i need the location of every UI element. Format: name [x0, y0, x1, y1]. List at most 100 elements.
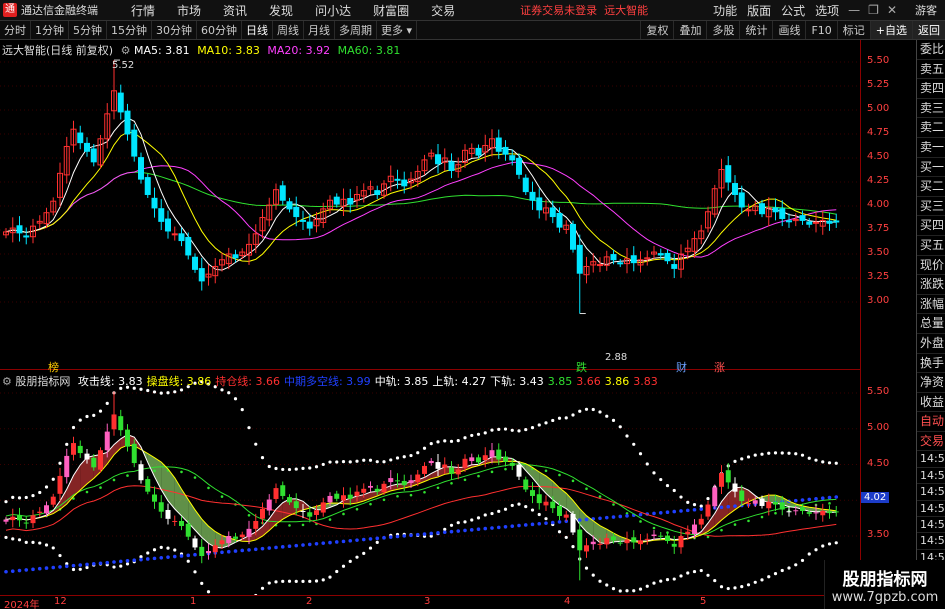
- sidebar-item[interactable]: 外盘: [917, 334, 945, 354]
- sidebar-item[interactable]: 买三: [917, 197, 945, 217]
- sidebar-item[interactable]: 委比: [917, 40, 945, 60]
- ma5-label: MA5: 3.81: [133, 44, 190, 57]
- candle-body: [232, 254, 239, 259]
- sidebar-item[interactable]: 总量: [917, 314, 945, 334]
- kline-chart-panel[interactable]: 远大智能(日线 前复权) ⚙ MA5: 3.81 MA10: 3.83 MA20…: [0, 40, 860, 374]
- sidebar-item[interactable]: 卖三: [917, 99, 945, 119]
- stats-button[interactable]: 统计: [739, 21, 772, 39]
- menu-news[interactable]: 资讯: [212, 2, 258, 19]
- mid-band-dot: [828, 502, 831, 505]
- ind-body: [226, 536, 232, 544]
- upper-band-dot: [476, 432, 481, 436]
- ind-body: [179, 520, 184, 526]
- menu-quotes[interactable]: 行情: [120, 2, 166, 19]
- candle-body: [300, 219, 306, 222]
- long-short-line-dot: [800, 498, 805, 502]
- sidebar-item[interactable]: 买一: [917, 158, 945, 178]
- menu-ask[interactable]: 问小达: [304, 2, 362, 19]
- sidebar-item[interactable]: 卖一: [917, 138, 945, 158]
- sidebar-item[interactable]: 涨跌: [917, 275, 945, 295]
- menu-market[interactable]: 市场: [166, 2, 212, 19]
- more-periods[interactable]: 更多 ▾: [377, 21, 418, 39]
- sidebar-item[interactable]: 卖四: [917, 79, 945, 99]
- ind-body: [199, 546, 205, 557]
- sidebar-item[interactable]: 买五: [917, 236, 945, 256]
- add-watchlist-button[interactable]: +自选: [869, 21, 912, 39]
- period-tab[interactable]: 1分钟: [31, 21, 69, 39]
- menu-function[interactable]: 功能: [708, 2, 742, 19]
- menu-trade[interactable]: 交易: [420, 2, 466, 19]
- ind-body: [543, 501, 549, 506]
- upper-band-dot: [483, 431, 487, 435]
- kline-chart[interactable]: [0, 40, 860, 370]
- ind-body: [442, 464, 448, 468]
- overlay-button[interactable]: 叠加: [673, 21, 706, 39]
- operate-line: [5, 444, 837, 544]
- adjust-button[interactable]: 复权: [640, 21, 673, 39]
- sidebar-item[interactable]: 净资: [917, 373, 945, 393]
- close-icon[interactable]: ✕: [883, 3, 901, 17]
- menu-formula[interactable]: 公式: [776, 2, 810, 19]
- sidebar-item[interactable]: 卖二: [917, 118, 945, 138]
- menu-discover[interactable]: 发现: [258, 2, 304, 19]
- indicator-value: 持仓线: 3.66: [215, 375, 280, 388]
- time-item: 14:56: [917, 468, 945, 485]
- period-tab[interactable]: 30分钟: [152, 21, 197, 39]
- ind-body: [152, 494, 157, 502]
- period-tab[interactable]: 多周期: [335, 21, 377, 39]
- price-tick: 3.25: [867, 271, 890, 282]
- ind-body: [44, 505, 49, 514]
- period-tab-daily[interactable]: 日线: [242, 21, 273, 39]
- indicator-panel[interactable]: ⚙ 股朋指标网 攻击线: 3.83 操盘线: 3.86 持仓线: 3.66 中期多空线…: [0, 371, 860, 595]
- ind-body: [786, 511, 792, 513]
- draw-button[interactable]: 画线: [772, 21, 805, 39]
- long-short-line-dot: [544, 521, 548, 525]
- sidebar-item[interactable]: 买四: [917, 216, 945, 236]
- f10-button[interactable]: F10: [805, 21, 836, 39]
- sidebar-item[interactable]: 交易: [917, 432, 945, 452]
- lower-band-dot: [510, 503, 514, 508]
- upper-band-dot: [625, 434, 629, 438]
- period-tab[interactable]: 分时: [0, 21, 31, 39]
- menu-options[interactable]: 选项: [810, 2, 844, 19]
- sidebar-item[interactable]: 买二: [917, 177, 945, 197]
- long-short-line-dot: [699, 507, 704, 511]
- indicator-chart[interactable]: [0, 371, 860, 595]
- price-tick: 3.75: [867, 223, 890, 234]
- menu-wealth[interactable]: 财富圈: [362, 2, 420, 19]
- price-tick: 5.25: [867, 79, 890, 90]
- multi-stock-button[interactable]: 多股: [706, 21, 739, 39]
- restore-icon[interactable]: ❐: [864, 3, 883, 17]
- mid-band-dot: [409, 493, 413, 497]
- long-short-line-dot: [793, 498, 798, 503]
- login-notice[interactable]: 证券交易未登录 远大智能: [520, 2, 648, 18]
- period-tab[interactable]: 月线: [304, 21, 335, 39]
- lower-band-dot: [281, 579, 285, 583]
- gear-icon[interactable]: ⚙: [2, 375, 12, 388]
- gear-icon[interactable]: ⚙: [121, 44, 131, 57]
- sidebar-item[interactable]: 收益: [917, 393, 945, 413]
- upper-band-dot: [557, 416, 562, 420]
- long-short-line-dot: [314, 541, 319, 546]
- upper-band-dot: [679, 495, 683, 499]
- period-tab[interactable]: 60分钟: [197, 21, 242, 39]
- long-short-line-dot: [679, 509, 683, 513]
- sidebar-item[interactable]: 换手: [917, 354, 945, 374]
- long-short-line-dot: [179, 554, 184, 558]
- mark-button[interactable]: 标记: [836, 21, 870, 39]
- lower-band-dot: [733, 586, 737, 590]
- candle-body: [738, 192, 745, 208]
- period-tab[interactable]: 5分钟: [69, 21, 107, 39]
- period-tab[interactable]: 15分钟: [107, 21, 152, 39]
- minimize-icon[interactable]: —: [844, 3, 864, 17]
- menu-layout[interactable]: 版面: [742, 2, 776, 19]
- sidebar-item[interactable]: 现价: [917, 256, 945, 276]
- sidebar-item[interactable]: 涨幅: [917, 295, 945, 315]
- sidebar-item[interactable]: 卖五: [917, 60, 945, 80]
- back-button[interactable]: 返回: [912, 21, 945, 39]
- ind-body: [827, 511, 832, 514]
- sidebar-item[interactable]: 自动: [917, 412, 945, 432]
- period-tab[interactable]: 周线: [273, 21, 304, 39]
- price-tick: 4.25: [867, 175, 890, 186]
- guest-label[interactable]: 游客: [915, 2, 937, 18]
